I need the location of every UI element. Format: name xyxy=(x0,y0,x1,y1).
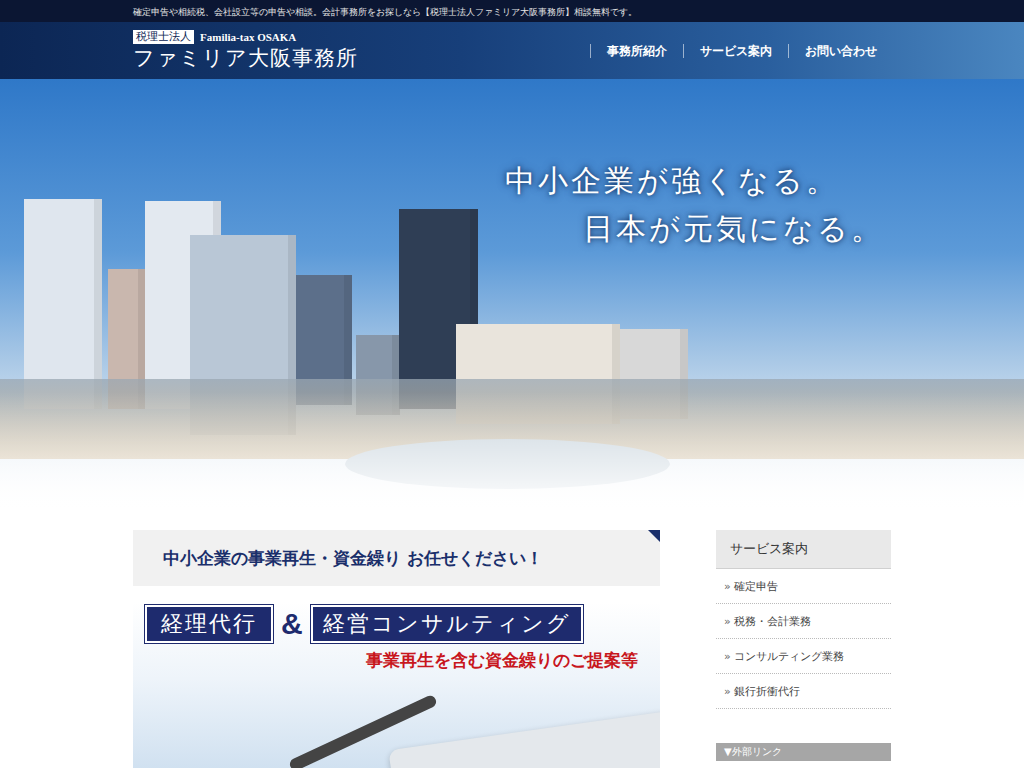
banner-subtitle: 事業再生を含む資金繰りのご提案等 xyxy=(133,643,660,672)
site-header: 税理士法人 Familia-tax OSAKA ファミリア大阪事務所 事務所紹介… xyxy=(0,22,1024,79)
logo-name: ファミリア大阪事務所 xyxy=(133,45,358,71)
sidebar-item[interactable]: » 銀行折衝代行 xyxy=(716,674,891,709)
banner-amp: & xyxy=(281,607,303,641)
sidebar-title: サービス案内 xyxy=(716,530,891,569)
nav-item[interactable]: 事務所紹介 xyxy=(590,44,683,58)
calculator-icon xyxy=(388,704,660,768)
site-logo[interactable]: 税理士法人 Familia-tax OSAKA ファミリア大阪事務所 xyxy=(133,30,358,71)
external-links-title: ▼外部リンク xyxy=(716,743,891,761)
main-nav: 事務所紹介サービス案内お問い合わせ xyxy=(590,44,891,58)
slogan-line: 中小企業が強くなる。 xyxy=(505,157,884,205)
hero-fade xyxy=(0,392,1024,512)
service-banner[interactable]: 経理代行&経営コンサルティング 事業再生を含む資金繰りのご提案等 xyxy=(133,602,660,768)
sidebar-item[interactable]: » 税務・会計業務 xyxy=(716,604,891,639)
sidebar: サービス案内 » 確定申告» 税務・会計業務» コンサルティング業務» 銀行折衝… xyxy=(716,530,891,768)
main-heading: 中小企業の事業再生・資金繰り お任せください！ xyxy=(133,530,660,586)
top-bar: 確定申告や相続税、会社設立等の申告や相談。会計事務所をお探しなら【税理士法人ファ… xyxy=(0,0,1024,22)
sidebar-item[interactable]: » コンサルティング業務 xyxy=(716,639,891,674)
content: 中小企業の事業再生・資金繰り お任せください！ 経理代行&経営コンサルティング … xyxy=(133,512,891,768)
hero-image: 中小企業が強くなる。日本が元気になる。 xyxy=(0,79,1024,512)
logo-english: Familia-tax OSAKA xyxy=(200,31,296,43)
main-column: 中小企業の事業再生・資金繰り お任せください！ 経理代行&経営コンサルティング … xyxy=(133,530,660,768)
building xyxy=(24,199,102,409)
nav-item[interactable]: サービス案内 xyxy=(683,44,788,58)
page: 確定申告や相続税、会社設立等の申告や相談。会計事務所をお探しなら【税理士法人ファ… xyxy=(0,0,1024,768)
logo-badge: 税理士法人 xyxy=(133,30,194,44)
nav-item[interactable]: お問い合わせ xyxy=(788,44,891,58)
banner-label: 経理代行 xyxy=(145,605,273,643)
hero-slogan: 中小企業が強くなる。日本が元気になる。 xyxy=(505,157,884,253)
sidebar-item[interactable]: » 確定申告 xyxy=(716,569,891,604)
banner-label: 経営コンサルティング xyxy=(311,605,583,643)
corner-icon xyxy=(648,530,660,542)
slogan-line: 日本が元気になる。 xyxy=(505,205,884,253)
top-bar-text: 確定申告や相続税、会社設立等の申告や相談。会計事務所をお探しなら【税理士法人ファ… xyxy=(133,7,637,17)
